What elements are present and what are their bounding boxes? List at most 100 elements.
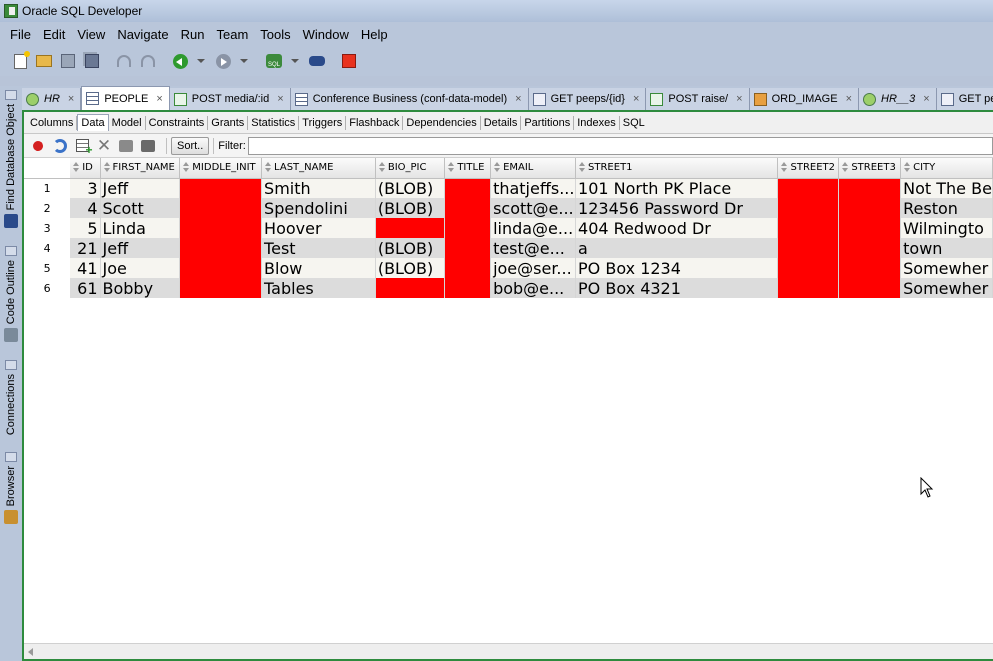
cell-last-name[interactable]: Smith [261, 178, 376, 198]
cell-street3[interactable] [838, 178, 902, 198]
cell-last-name[interactable]: Test [261, 238, 376, 258]
cell-first-name[interactable]: Jeff [100, 238, 181, 258]
cell-first-name[interactable]: Bobby [100, 278, 181, 298]
close-tab-icon[interactable]: × [156, 93, 162, 105]
menu-file[interactable]: File [4, 27, 37, 42]
column-header-title[interactable]: TITLE [444, 158, 492, 179]
close-tab-icon[interactable]: × [277, 93, 283, 105]
cell-email[interactable]: joe@ser... [490, 258, 577, 278]
editor-tab-post-media-id[interactable]: POST media/:id × [169, 88, 291, 110]
dock-tab-code-outline[interactable]: Code Outline [2, 246, 20, 343]
cell-street2[interactable] [777, 258, 840, 278]
cell-id[interactable]: 5 [70, 218, 101, 238]
cell-bio-pic[interactable] [375, 218, 446, 238]
menu-team[interactable]: Team [210, 27, 254, 42]
cell-last-name[interactable]: Tables [261, 278, 376, 298]
menu-navigate[interactable]: Navigate [111, 27, 174, 42]
cell-city[interactable]: Somewher [900, 258, 993, 278]
editor-tab-hr[interactable]: HR × [22, 88, 82, 110]
cell-street3[interactable] [838, 278, 902, 298]
cell-first-name[interactable]: Scott [100, 198, 181, 218]
sql-worksheet-dropdown-icon[interactable] [291, 59, 299, 63]
cell-id[interactable]: 4 [70, 198, 101, 218]
sub-tab-constraints[interactable]: Constraints [146, 115, 209, 130]
sort-arrows-icon[interactable] [103, 162, 111, 173]
cell-middle-init[interactable] [179, 258, 263, 278]
column-header-middle-init[interactable]: MIDDLE_INIT [179, 158, 263, 179]
save-all-icon[interactable] [82, 51, 102, 71]
redo-icon[interactable] [138, 51, 158, 71]
cell-middle-init[interactable] [179, 278, 263, 298]
sub-tab-statistics[interactable]: Statistics [248, 115, 300, 130]
cell-title[interactable] [444, 198, 492, 218]
cell-street1[interactable]: 123456 Password Dr [575, 198, 779, 218]
commit-icon[interactable] [118, 138, 134, 154]
dock-tab-browser[interactable]: Browser [2, 452, 20, 525]
column-header-street2[interactable]: STREET2 [777, 158, 840, 179]
editor-tab-hr-3[interactable]: HR__3 × [859, 88, 937, 110]
cell-id[interactable]: 61 [70, 278, 101, 298]
cell-bio-pic[interactable]: (BLOB) [375, 238, 446, 258]
column-header-last-name[interactable]: LAST_NAME [261, 158, 376, 179]
cell-middle-init[interactable] [179, 238, 263, 258]
sort-arrows-icon[interactable] [904, 162, 911, 173]
sub-tab-grants[interactable]: Grants [208, 115, 249, 130]
sort-arrows-icon[interactable] [73, 162, 80, 173]
cell-first-name[interactable]: Jeff [100, 178, 181, 198]
editor-tab-post-raise[interactable]: POST raise/ × [646, 88, 750, 110]
cell-street2[interactable] [777, 238, 840, 258]
cell-id[interactable]: 3 [70, 178, 101, 198]
close-tab-icon[interactable]: × [68, 93, 74, 105]
horizontal-scrollbar[interactable] [24, 643, 993, 659]
sub-tab-triggers[interactable]: Triggers [299, 115, 347, 130]
table-row[interactable]: 5 41 Joe Blow (BLOB) joe@ser... PO Box 1234 Som… [24, 258, 993, 278]
menu-view[interactable]: View [71, 27, 111, 42]
find-db-object-icon[interactable] [307, 51, 327, 71]
cell-city[interactable]: Reston [900, 198, 993, 218]
cell-street1[interactable]: 404 Redwood Dr [575, 218, 779, 238]
cell-last-name[interactable]: Blow [261, 258, 376, 278]
cell-street1[interactable]: PO Box 4321 [575, 278, 779, 298]
column-header-street1[interactable]: STREET1 [575, 158, 779, 179]
insert-row-icon[interactable] [74, 138, 93, 157]
cell-id[interactable]: 41 [70, 258, 101, 278]
close-tab-icon[interactable]: × [633, 93, 639, 105]
close-tab-icon[interactable]: × [515, 93, 521, 105]
forward-icon[interactable] [213, 51, 233, 71]
sort-button[interactable]: Sort.. [171, 136, 210, 155]
close-tab-icon[interactable]: × [736, 93, 742, 105]
menu-tools[interactable]: Tools [254, 27, 296, 42]
sub-tab-sql[interactable]: SQL [620, 116, 648, 130]
cell-title[interactable] [444, 238, 492, 258]
table-row[interactable]: 2 4 Scott Spendolini (BLOB) scott@e... 123456 … [24, 198, 993, 218]
cell-bio-pic[interactable]: (BLOB) [375, 198, 446, 218]
cell-middle-init[interactable] [179, 178, 263, 198]
table-row[interactable]: 1 3 Jeff Smith (BLOB) thatjeffs... 101 North P… [24, 178, 993, 198]
cell-city[interactable]: Wilmingto [900, 218, 993, 238]
sort-arrows-icon[interactable] [781, 162, 788, 173]
menu-help[interactable]: Help [355, 27, 394, 42]
cell-street1[interactable]: PO Box 1234 [575, 258, 779, 278]
menu-window[interactable]: Window [297, 27, 355, 42]
sub-tab-flashback[interactable]: Flashback [346, 115, 404, 130]
cell-street3[interactable] [838, 218, 902, 238]
table-row[interactable]: 3 5 Linda Hoover linda@e... 404 Redwood Dr Wil… [24, 218, 993, 238]
scroll-left-icon[interactable] [28, 647, 33, 656]
cell-last-name[interactable]: Spendolini [261, 198, 376, 218]
sub-tab-details[interactable]: Details [481, 115, 522, 130]
column-header-bio-pic[interactable]: BIO_PIC [375, 158, 446, 179]
sort-arrows-icon[interactable] [579, 162, 586, 173]
forward-dropdown-icon[interactable] [240, 59, 248, 63]
editor-tab-get-peep[interactable]: GET peep [936, 88, 993, 110]
sub-tab-data[interactable]: Data [77, 114, 109, 131]
cell-street1[interactable]: 101 North PK Place [575, 178, 779, 198]
sub-tab-model[interactable]: Model [109, 115, 146, 130]
cell-title[interactable] [444, 278, 492, 298]
menu-run[interactable]: Run [175, 27, 211, 42]
editor-tab-conference-business-conf-data-model[interactable]: Conference Business (conf-data-model) × [290, 88, 529, 110]
sort-arrows-icon[interactable] [183, 162, 190, 173]
editor-tab-people[interactable]: PEOPLE × [81, 86, 170, 110]
back-dropdown-icon[interactable] [197, 59, 205, 63]
save-icon[interactable] [58, 51, 78, 71]
cell-street3[interactable] [838, 258, 902, 278]
